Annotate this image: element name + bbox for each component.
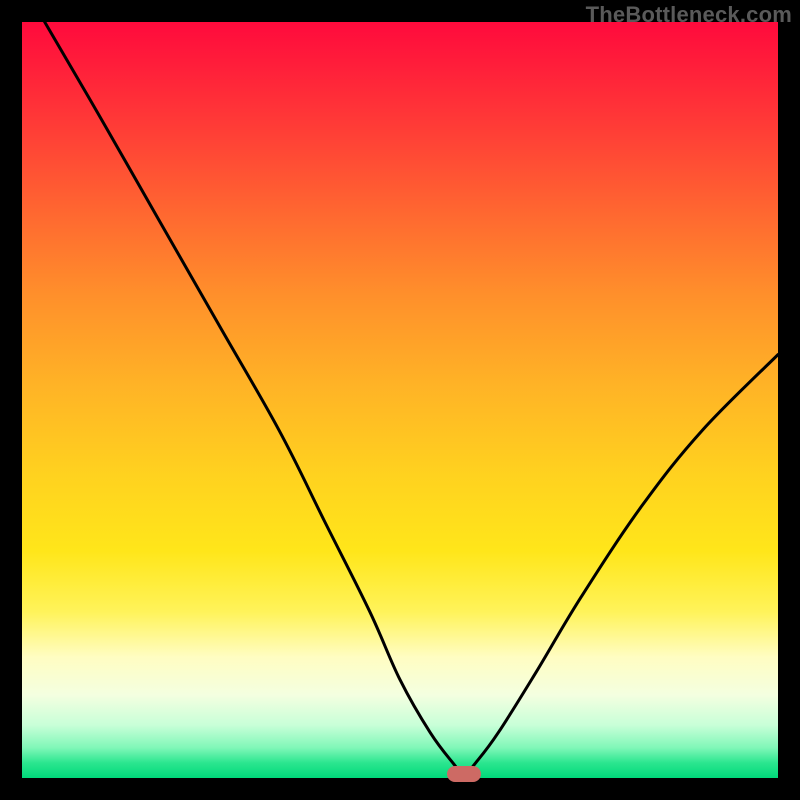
chart-frame [22,22,778,778]
bottleneck-curve [22,22,778,778]
optimal-point-marker [447,766,481,782]
attribution-text: TheBottleneck.com [586,2,792,28]
curve-path [45,22,778,774]
